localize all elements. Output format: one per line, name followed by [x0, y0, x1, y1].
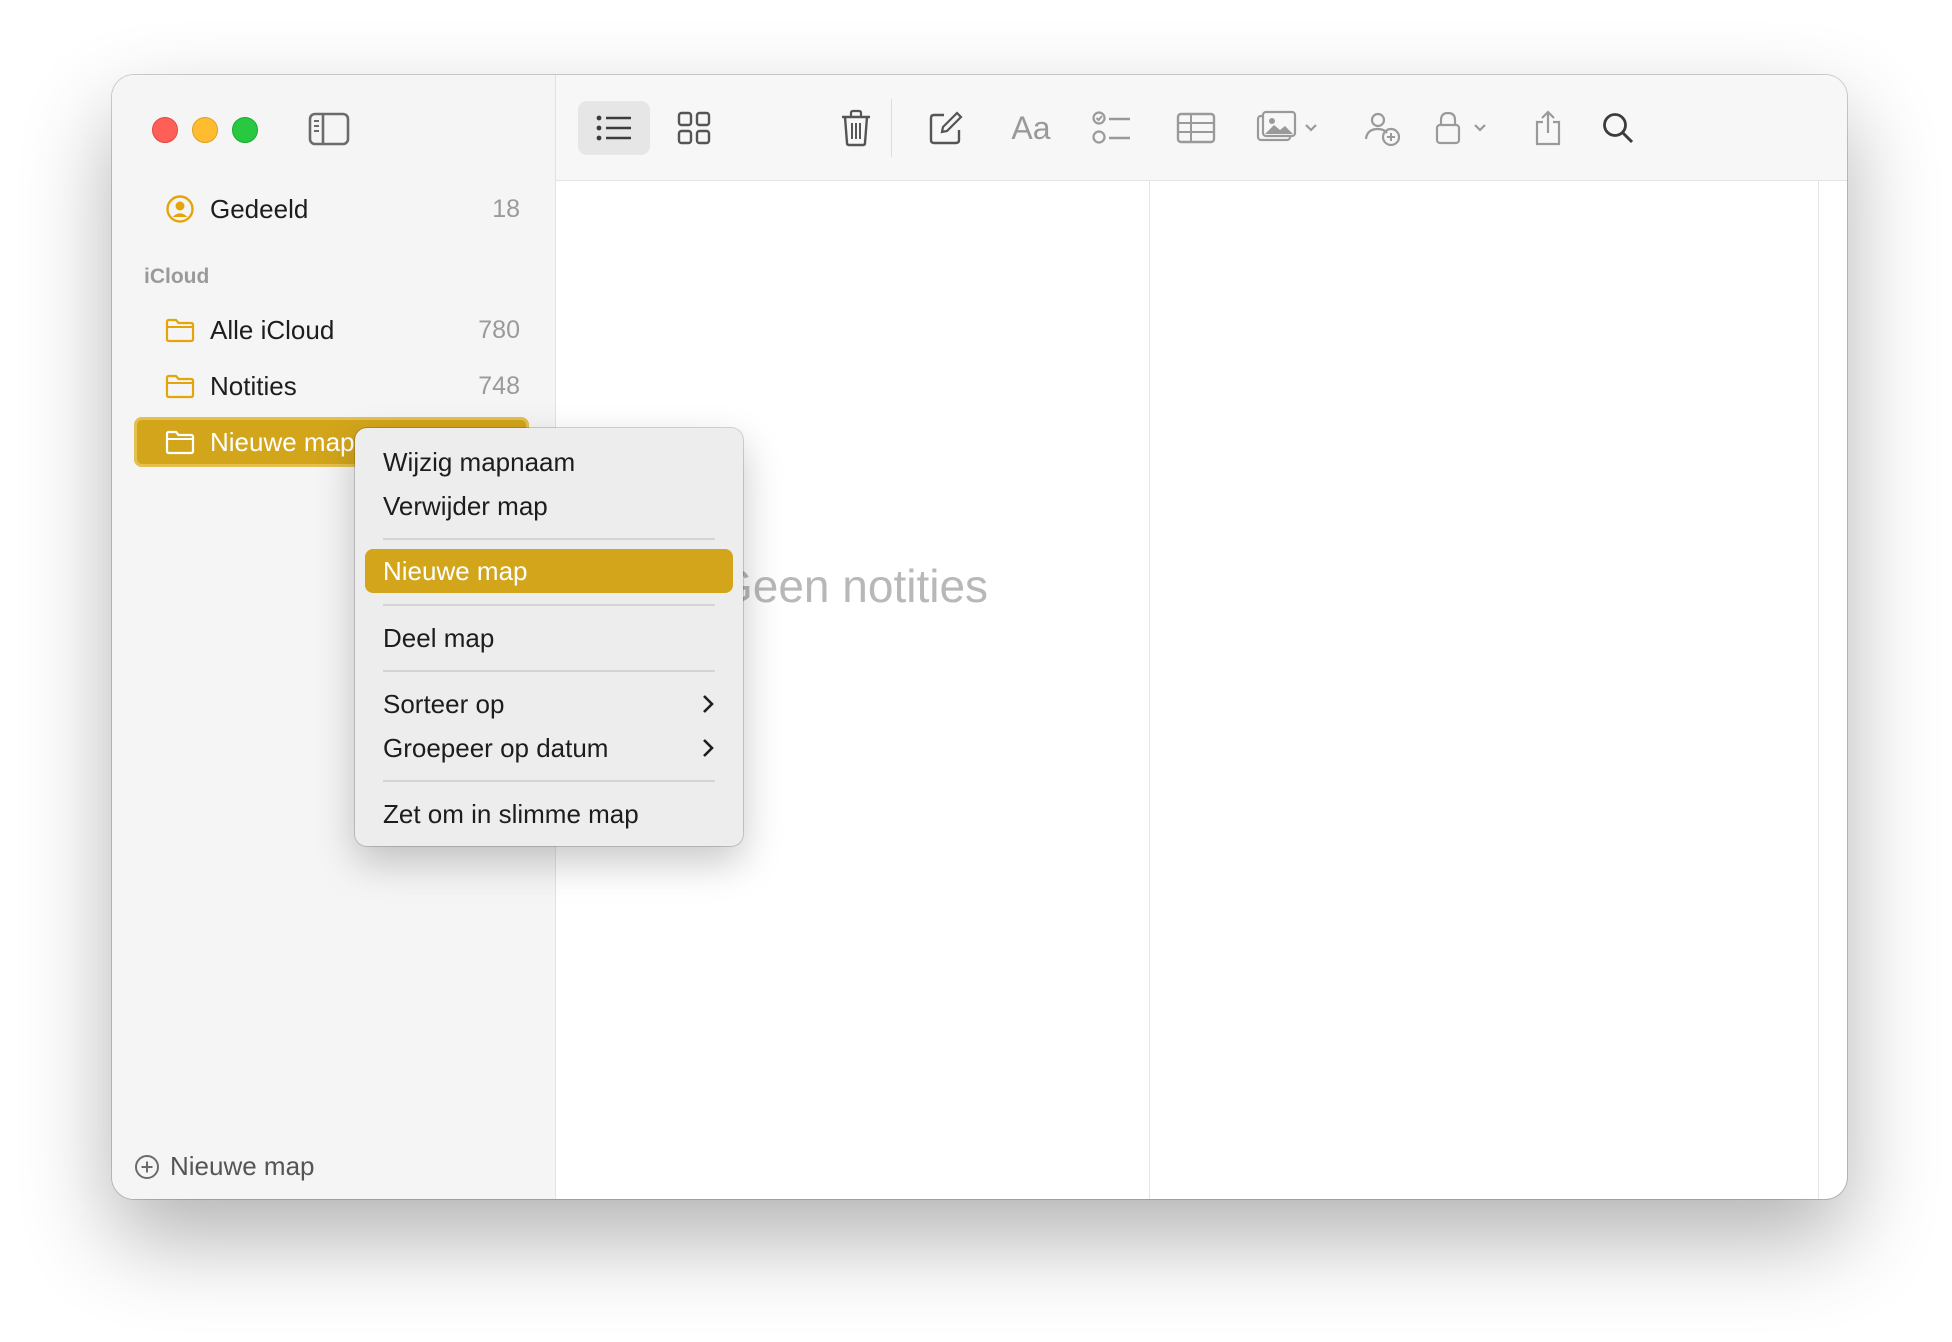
folder-icon [164, 426, 196, 458]
sidebar-item-label: Notities [210, 370, 297, 401]
media-icon[interactable] [1248, 101, 1328, 155]
toolbar: Aa [556, 75, 1847, 181]
menu-separator [383, 670, 715, 672]
search-icon[interactable] [1588, 101, 1648, 155]
sidebar-item-all-icloud[interactable]: Alle iCloud 780 [142, 308, 520, 352]
toolbar-divider [891, 99, 892, 157]
sidebar-item-notities[interactable]: Notities 748 [142, 364, 520, 408]
format-text-label: Aa [1011, 109, 1051, 146]
sidebar-item-count: 18 [492, 194, 520, 223]
list-view-icon[interactable] [578, 101, 650, 155]
new-folder-label: Nieuwe map [170, 1151, 315, 1181]
minimize-window-button[interactable] [192, 117, 218, 143]
compose-icon[interactable] [916, 101, 976, 155]
gallery-view-icon[interactable] [664, 101, 724, 155]
menu-item-label: Groepeer op datum [383, 732, 609, 763]
menu-item-label: Nieuwe map [383, 555, 528, 586]
menu-separator [383, 538, 715, 540]
sidebar-item-count: 780 [478, 315, 520, 344]
menu-item-label: Deel map [383, 622, 495, 653]
menu-item-label: Sorteer op [383, 688, 505, 719]
checklist-icon[interactable] [1080, 101, 1144, 155]
chevron-right-icon [701, 736, 717, 760]
collaborate-icon[interactable] [1352, 101, 1412, 155]
new-folder-button[interactable]: Nieuwe map [134, 1151, 315, 1182]
folder-context-menu: Wijzig mapnaam Verwijder map Nieuwe map … [355, 428, 743, 846]
sidebar-item-label: Gedeeld [210, 193, 309, 224]
plus-circle-icon [134, 1154, 160, 1180]
chevron-right-icon [701, 692, 717, 716]
shared-person-icon [164, 193, 196, 225]
format-text-icon[interactable]: Aa [996, 101, 1066, 155]
menu-item-rename-folder[interactable]: Wijzig mapnaam [365, 440, 733, 484]
folder-icon [164, 370, 196, 402]
note-editor[interactable] [1150, 181, 1819, 1199]
folder-icon [164, 314, 196, 346]
menu-item-sort-by[interactable]: Sorteer op [365, 682, 733, 726]
table-icon[interactable] [1164, 101, 1228, 155]
menu-item-convert-smart-folder[interactable]: Zet om in slimme map [365, 792, 733, 836]
menu-item-new-folder[interactable]: Nieuwe map [365, 549, 733, 593]
menu-separator [383, 780, 715, 782]
sidebar-item-count: 748 [478, 371, 520, 400]
trash-icon[interactable] [826, 101, 886, 155]
zoom-window-button[interactable] [232, 117, 258, 143]
menu-item-label: Verwijder map [383, 490, 548, 521]
close-window-button[interactable] [152, 117, 178, 143]
menu-separator [383, 604, 715, 606]
sidebar-item-shared[interactable]: Gedeeld 18 [142, 187, 520, 231]
sidebar-toggle-icon[interactable] [308, 111, 350, 147]
menu-item-delete-folder[interactable]: Verwijder map [365, 484, 733, 528]
sidebar-section-header: iCloud [144, 265, 210, 288]
menu-item-label: Wijzig mapnaam [383, 446, 576, 477]
lock-icon[interactable] [1426, 101, 1496, 155]
menu-item-share-folder[interactable]: Deel map [365, 616, 733, 660]
share-icon[interactable] [1518, 101, 1578, 155]
sidebar-item-label: Alle iCloud [210, 314, 335, 345]
menu-item-label: Zet om in slimme map [383, 798, 639, 829]
menu-item-group-by-date[interactable]: Groepeer op datum [365, 726, 733, 770]
